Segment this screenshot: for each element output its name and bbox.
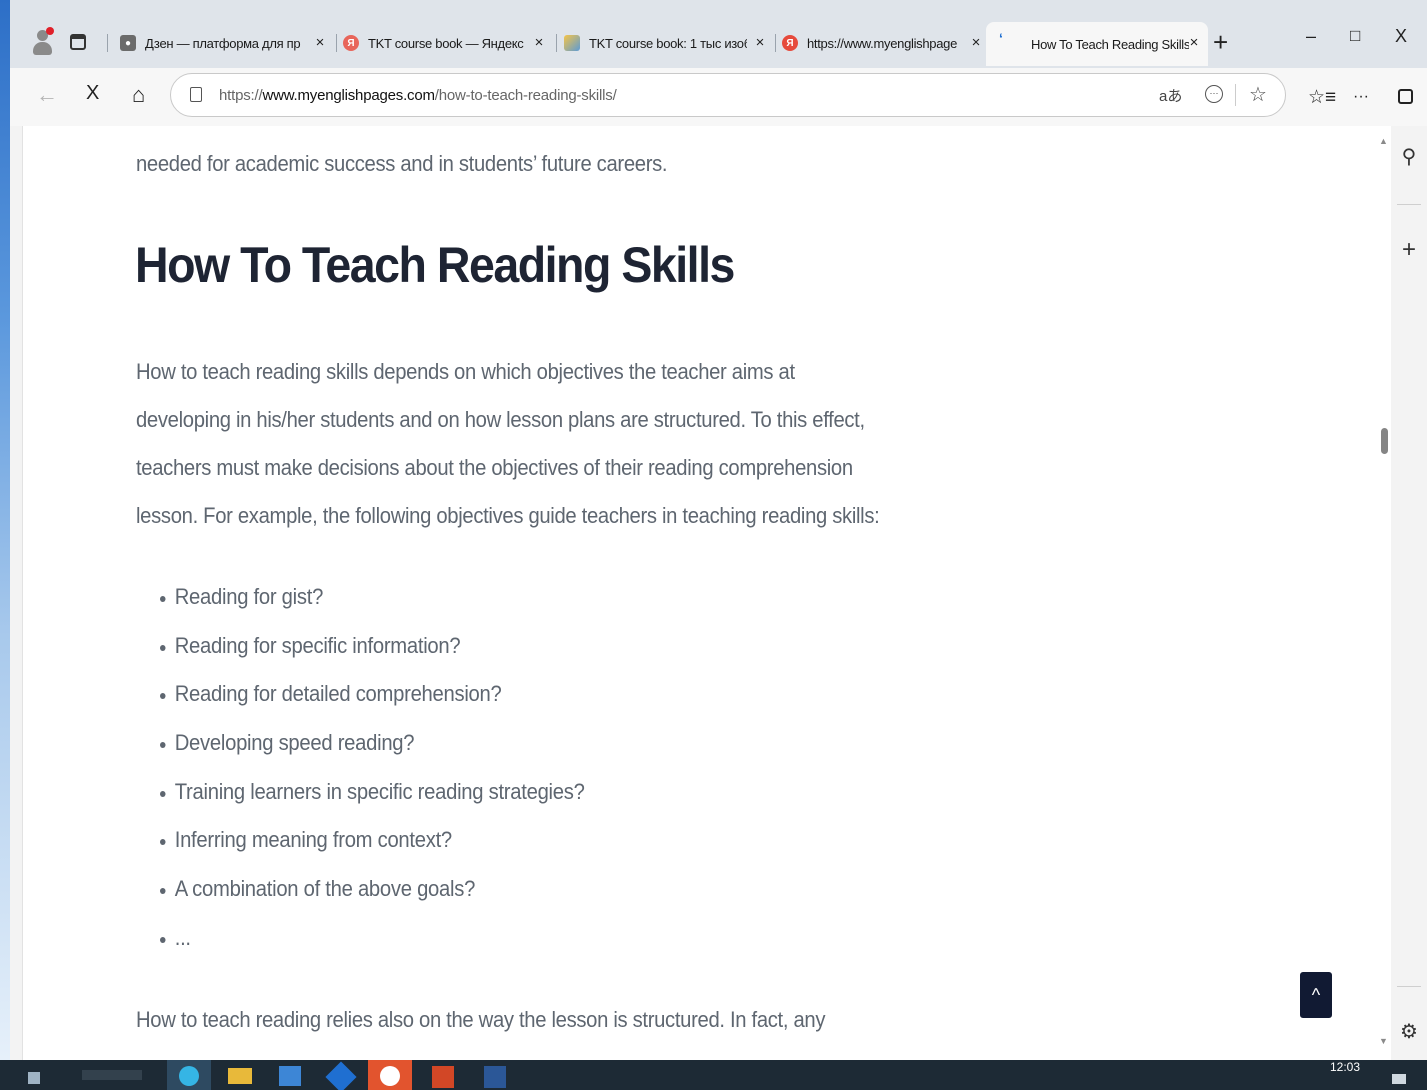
- list-item: Developing speed reading?: [160, 730, 585, 779]
- search-icon[interactable]: ⚲: [1391, 144, 1427, 169]
- taskbar-clock[interactable]: 12:03: [1330, 1060, 1360, 1074]
- search-box[interactable]: [82, 1070, 142, 1080]
- tab-separator: [107, 34, 108, 52]
- previous-paragraph-line: needed for academic success and in stude…: [136, 151, 668, 176]
- edge-taskbar-icon[interactable]: [167, 1060, 211, 1090]
- page-heading: How To Teach Reading Skills: [135, 237, 735, 293]
- add-sidebar-app-icon[interactable]: +: [1391, 236, 1427, 264]
- scrollbar-thumb[interactable]: [1381, 428, 1388, 454]
- start-icon[interactable]: [28, 1072, 40, 1084]
- list-item: Training learners in specific reading st…: [160, 779, 585, 828]
- page-scrollbar[interactable]: ▲ ▼: [1377, 126, 1391, 1060]
- address-divider: [1235, 84, 1236, 106]
- sidebar-toggle-icon[interactable]: [1398, 89, 1413, 104]
- structure-paragraph-line: How to teach reading relies also on the …: [136, 1007, 826, 1032]
- dzen-favicon-icon: ●: [120, 35, 136, 51]
- scroll-down-arrow-icon[interactable]: ▼: [1379, 1036, 1388, 1046]
- tab-separator: [336, 34, 337, 52]
- back-button[interactable]: ←: [36, 82, 58, 108]
- stop-loading-button[interactable]: X: [86, 82, 99, 105]
- tab-title: TKT course book: 1 тыс изоб: [589, 35, 747, 51]
- intro-line: lesson. For example, the following objec…: [136, 503, 880, 528]
- profile-icon[interactable]: [32, 27, 54, 56]
- list-item: ...: [160, 925, 585, 974]
- home-button[interactable]: ⌂: [132, 82, 145, 108]
- intro-line: developing in his/her students and on ho…: [136, 407, 865, 432]
- browser-toolbar: ← X ⌂ https://www.myenglishpages.com/how…: [10, 68, 1427, 126]
- intro-paragraph: How to teach reading skills depends on w…: [136, 348, 918, 540]
- list-item: Reading for detailed comprehension?: [160, 681, 585, 730]
- list-item: Reading for specific information?: [160, 633, 585, 682]
- settings-more-icon[interactable]: ···: [1353, 88, 1369, 106]
- sidebar-divider: [1397, 986, 1421, 987]
- close-tab-icon[interactable]: ×: [531, 34, 547, 51]
- close-tab-icon[interactable]: ×: [752, 34, 768, 51]
- scroll-to-top-button[interactable]: ^: [1300, 972, 1332, 1018]
- tab-title: TKT course book — Яндекс: [368, 35, 524, 51]
- edge-sidebar: ⚲ + ⚙: [1391, 126, 1427, 1060]
- app-icon[interactable]: [325, 1061, 357, 1090]
- yandex-browser-icon[interactable]: [368, 1060, 412, 1090]
- notifications-icon[interactable]: [1392, 1074, 1406, 1084]
- extensions-icon[interactable]: ···: [1205, 85, 1223, 103]
- tab-strip: ● Дзен — платформа для пр × Я TKT course…: [10, 0, 1427, 68]
- intro-line: teachers must make decisions about the o…: [136, 455, 853, 480]
- tab-title: How To Teach Reading Skills: [1031, 36, 1189, 52]
- web-page: ⁃ needed for academic success and in stu…: [22, 126, 1377, 1060]
- list-item: Reading for gist?: [160, 584, 585, 633]
- tab-dzen[interactable]: ● Дзен — платформа для пр ×: [120, 24, 334, 62]
- close-window-button[interactable]: X: [1395, 26, 1407, 47]
- browser-window: ● Дзен — платформа для пр × Я TKT course…: [10, 0, 1427, 1060]
- scroll-up-arrow-icon[interactable]: ▲: [1379, 136, 1388, 146]
- file-explorer-icon[interactable]: [228, 1068, 252, 1084]
- tab-actions-icon[interactable]: [70, 34, 86, 50]
- sidebar-settings-gear-icon[interactable]: ⚙: [1391, 1019, 1427, 1044]
- minimize-button[interactable]: –: [1306, 26, 1316, 47]
- read-aloud-icon[interactable]: aあ: [1159, 85, 1182, 106]
- word-icon[interactable]: [484, 1066, 506, 1088]
- tab-title: https://www.myenglishpage: [807, 35, 958, 51]
- yandex-favicon-icon: Я: [343, 35, 359, 51]
- address-bar[interactable]: https://www.myenglishpages.com/how-to-te…: [170, 73, 1286, 117]
- intro-line: How to teach reading skills depends on w…: [136, 359, 795, 384]
- tab-separator: [556, 34, 557, 52]
- new-tab-button[interactable]: +: [1213, 27, 1228, 58]
- tab-how-to-teach-reading[interactable]: ʻ How To Teach Reading Skills ×: [986, 22, 1208, 66]
- tab-yandex-images[interactable]: TKT course book: 1 тыс изоб ×: [564, 24, 774, 62]
- image-favicon-icon: [564, 35, 580, 51]
- address-url[interactable]: https://www.myenglishpages.com/how-to-te…: [219, 87, 617, 104]
- objectives-list: Reading for gist? Reading for specific i…: [160, 584, 622, 974]
- powerpoint-icon[interactable]: [432, 1066, 454, 1088]
- list-item: A combination of the above goals?: [160, 876, 585, 925]
- favorite-star-icon[interactable]: ☆: [1249, 82, 1267, 107]
- tab-separator: [775, 34, 776, 52]
- store-icon[interactable]: [279, 1066, 301, 1086]
- tab-title: Дзен — платформа для пр: [145, 35, 301, 51]
- tab-myenglishpages-url[interactable]: Я https://www.myenglishpage ×: [782, 24, 990, 62]
- close-tab-icon[interactable]: ×: [1186, 34, 1202, 51]
- sidebar-divider: [1397, 204, 1421, 205]
- maximize-button[interactable]: □: [1350, 26, 1360, 46]
- close-tab-icon[interactable]: ×: [312, 34, 328, 51]
- page-info-icon[interactable]: [190, 87, 202, 102]
- tab-yandex-search[interactable]: Я TKT course book — Яндекс ×: [343, 24, 553, 62]
- yandex-favicon-icon: Я: [782, 35, 798, 51]
- favorites-icon[interactable]: ☆≡: [1308, 86, 1336, 109]
- close-tab-icon[interactable]: ×: [968, 34, 984, 51]
- loading-favicon-icon: ʻ: [999, 30, 1003, 46]
- list-item: Inferring meaning from context?: [160, 827, 585, 876]
- windows-taskbar: 12:03: [0, 1060, 1427, 1090]
